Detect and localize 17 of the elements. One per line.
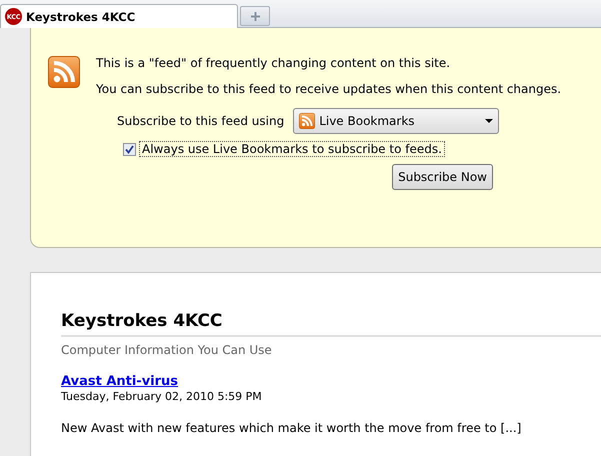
new-tab-button[interactable] [240,6,270,26]
feed-icon [48,56,80,88]
plus-icon [250,12,260,20]
subscribe-button[interactable]: Subscribe Now [392,164,493,190]
entry-summary: New Avast with new features which make it worth the move from free to [...] [61,421,522,435]
subscribe-label: Subscribe to this feed using [117,114,284,128]
entry-date: Tuesday, February 02, 2010 5:59 PM [61,390,263,403]
site-subtitle: Computer Information You Can Use [61,343,273,357]
dropdown-arrow-icon [485,119,494,123]
feed-info: You can subscribe to this feed to receive updates when this content changes. [96,82,562,96]
feed-intro: This is a "feed" of frequently changing content on this site. [96,56,452,70]
entry-link[interactable]: Avast Anti-virus [61,374,178,389]
checkbox-label[interactable]: Always use Live Bookmarks to subscribe to feeds. [139,141,445,157]
checkbox[interactable] [123,142,136,156]
reader-dropdown[interactable]: Live Bookmarks [293,108,500,134]
feed-icon [299,113,316,129]
site-title: Keystrokes 4KCC [61,311,601,337]
